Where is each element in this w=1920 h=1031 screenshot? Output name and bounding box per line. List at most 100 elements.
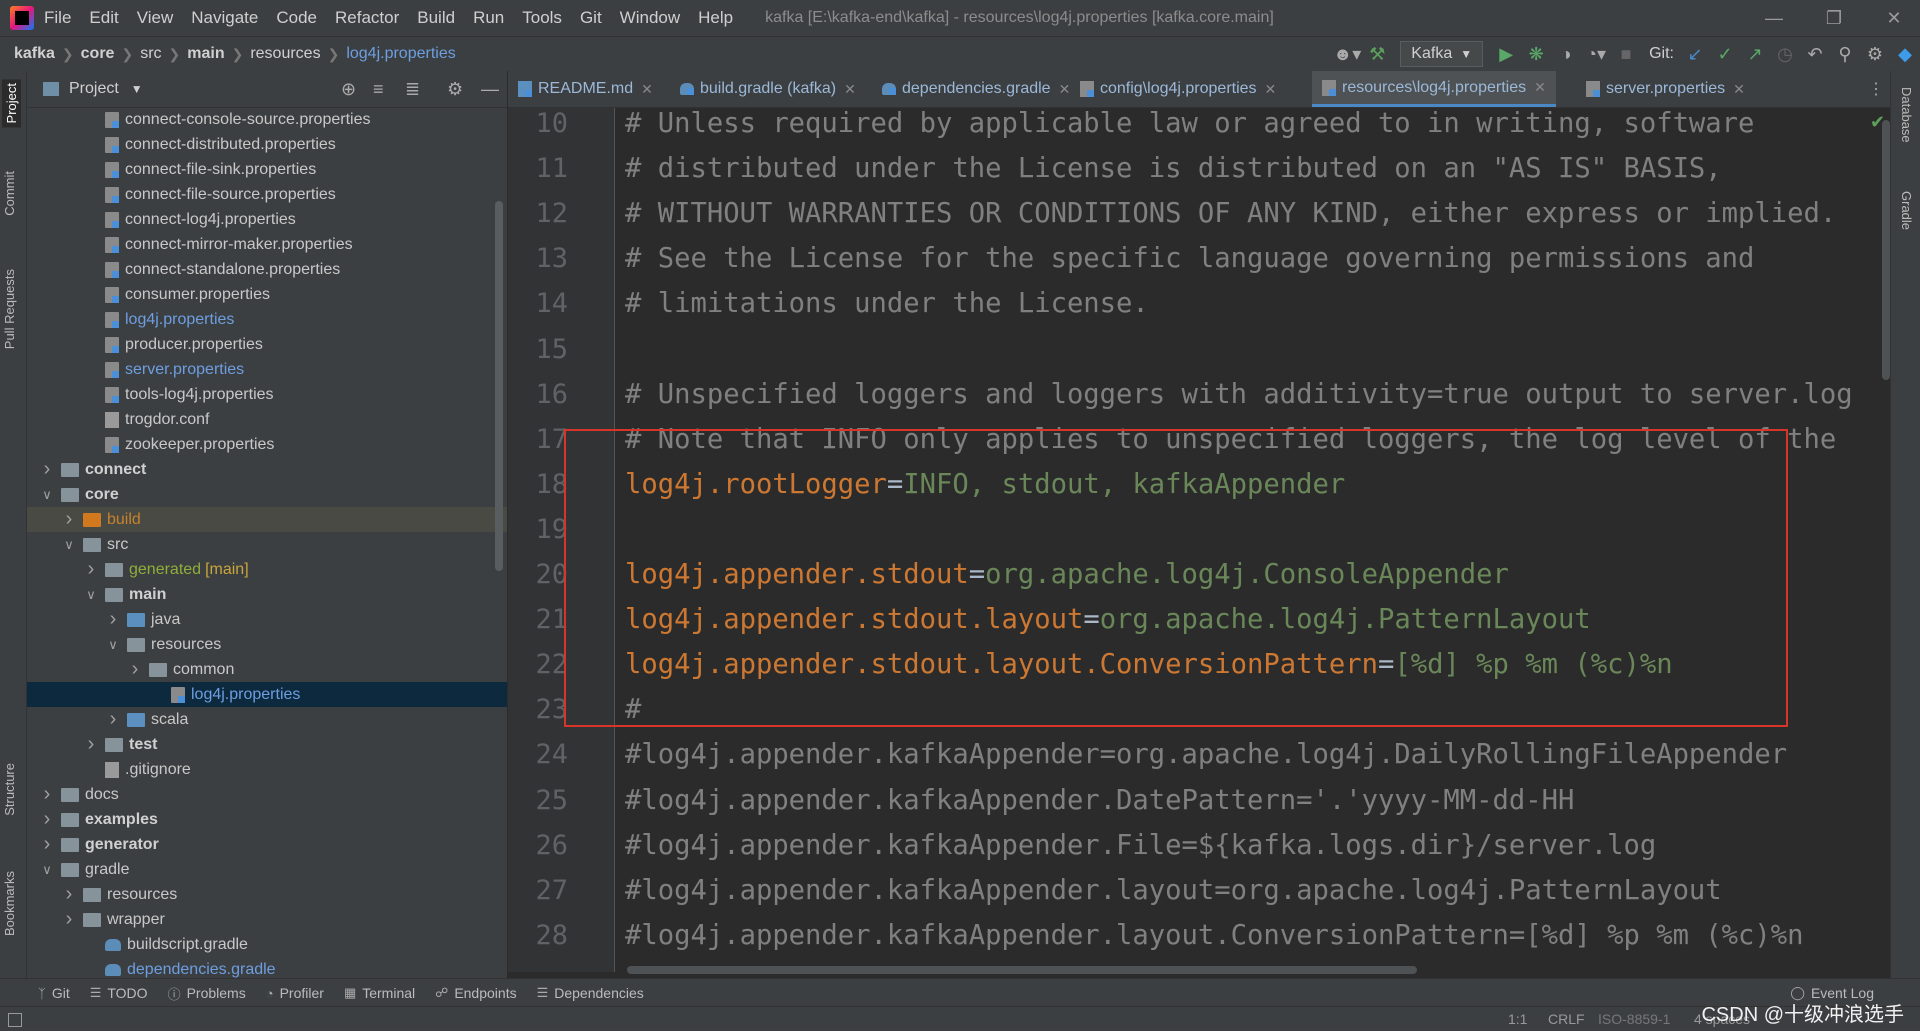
chevron-right-icon[interactable]: › — [61, 883, 77, 906]
tree-item[interactable]: › test — [27, 732, 507, 757]
close-tab-icon[interactable]: ✕ — [1265, 81, 1277, 98]
editor-horizontal-scrollbar[interactable] — [627, 966, 1417, 974]
structure-tool-tab[interactable]: Structure — [2, 763, 17, 816]
menu-tools[interactable]: Tools — [522, 8, 562, 28]
settings-gear-icon[interactable]: ⚙ — [447, 79, 463, 100]
git-push-icon[interactable]: ↗ — [1740, 39, 1770, 69]
editor-tab[interactable]: config\log4j.properties ✕ — [1070, 71, 1286, 107]
project-tool-tab[interactable]: Project — [2, 79, 21, 128]
collapse-all-icon[interactable]: ≣ — [405, 79, 420, 100]
tree-item[interactable]: connect-file-sink.properties — [27, 157, 507, 182]
menu-code[interactable]: Code — [276, 8, 317, 28]
run-icon[interactable]: ▶ — [1491, 39, 1521, 69]
tree-item[interactable]: trogdor.conf — [27, 407, 507, 432]
chevron-right-icon[interactable]: › — [39, 833, 55, 856]
debug-icon[interactable]: ❋ — [1521, 39, 1551, 69]
menu-run[interactable]: Run — [473, 8, 504, 28]
tree-item[interactable]: connect-distributed.properties — [27, 132, 507, 157]
project-tree-scrollbar[interactable] — [495, 201, 503, 571]
toggle-tool-windows-icon[interactable] — [8, 1013, 22, 1027]
tree-item[interactable]: ∨ resources — [27, 632, 507, 657]
tree-item[interactable]: log4j.properties — [27, 682, 507, 707]
chevron-right-icon[interactable]: › — [105, 708, 121, 731]
chevron-right-icon[interactable]: › — [39, 808, 55, 831]
breadcrumb-core[interactable]: core — [81, 45, 115, 63]
close-tab-icon[interactable]: ✕ — [1733, 81, 1745, 98]
project-title[interactable]: Project — [69, 80, 119, 98]
tree-item[interactable]: ∨ core — [27, 482, 507, 507]
tree-item[interactable]: connect-file-source.properties — [27, 182, 507, 207]
chevron-right-icon[interactable]: › — [39, 458, 55, 481]
tree-item[interactable]: log4j.properties — [27, 307, 507, 332]
close-tab-icon[interactable]: ✕ — [1059, 81, 1071, 98]
tree-item[interactable]: zookeeper.properties — [27, 432, 507, 457]
menu-build[interactable]: Build — [417, 8, 455, 28]
endpoints-tool-button[interactable]: ☍ Endpoints — [435, 985, 516, 1001]
tree-item[interactable]: consumer.properties — [27, 282, 507, 307]
user-icon[interactable]: ☻▾ — [1332, 39, 1362, 69]
tree-item[interactable]: connect-mirror-maker.properties — [27, 232, 507, 257]
search-icon[interactable]: ⚲ — [1830, 39, 1860, 69]
coverage-icon[interactable]: ◑ — [1551, 39, 1581, 69]
more-tabs-icon[interactable]: ⋮ — [1868, 71, 1884, 107]
tree-item[interactable]: › resources — [27, 882, 507, 907]
chevron-right-icon[interactable]: › — [39, 783, 55, 806]
breadcrumb-resources[interactable]: resources — [250, 45, 320, 63]
chevron-down-icon[interactable]: ∨ — [39, 487, 55, 503]
tree-item[interactable]: › wrapper — [27, 907, 507, 932]
breadcrumb-src[interactable]: src — [140, 45, 161, 63]
chevron-right-icon[interactable]: › — [61, 908, 77, 931]
locate-file-icon[interactable]: ⊕ — [341, 79, 356, 100]
tree-item[interactable]: buildscript.gradle — [27, 932, 507, 957]
close-window-button[interactable]: ✕ — [1866, 0, 1920, 36]
chevron-down-icon[interactable]: ∨ — [39, 862, 55, 878]
tree-item[interactable]: › generator — [27, 832, 507, 857]
menu-window[interactable]: Window — [620, 8, 680, 28]
jetbrains-toolbox-icon[interactable]: ◆ — [1890, 39, 1920, 69]
menu-view[interactable]: View — [137, 8, 174, 28]
git-commit-icon[interactable]: ✓ — [1710, 39, 1740, 69]
commit-tool-tab[interactable]: Commit — [2, 171, 17, 216]
tree-item[interactable]: server.properties — [27, 357, 507, 382]
close-tab-icon[interactable]: ✕ — [1534, 79, 1546, 96]
tree-item[interactable]: ∨ main — [27, 582, 507, 607]
menu-edit[interactable]: Edit — [89, 8, 118, 28]
profile-icon[interactable]: ◔▾ — [1581, 39, 1611, 69]
tree-item[interactable]: › java — [27, 607, 507, 632]
run-configuration-select[interactable]: Kafka ▼ — [1400, 41, 1484, 67]
problems-tool-button[interactable]: ⓘ Problems — [168, 984, 246, 1003]
close-tab-icon[interactable]: ✕ — [844, 81, 856, 98]
tree-item[interactable]: tools-log4j.properties — [27, 382, 507, 407]
expand-all-icon[interactable]: ≡ — [373, 79, 384, 100]
code-editor[interactable]: # Unless required by applicable law or a… — [615, 108, 1880, 972]
tree-item[interactable]: ∨ gradle — [27, 857, 507, 882]
pull-requests-tool-tab[interactable]: Pull Requests — [2, 269, 17, 349]
gradle-tool-tab[interactable]: Gradle — [1899, 191, 1914, 230]
tree-item[interactable]: › build — [27, 507, 507, 532]
git-tool-button[interactable]: ᛉ Git — [38, 985, 70, 1001]
tree-item[interactable]: › common — [27, 657, 507, 682]
breadcrumb-log4j-properties[interactable]: log4j.properties — [346, 45, 455, 63]
hide-panel-icon[interactable]: — — [481, 79, 499, 100]
line-separator[interactable]: CRLF — [1548, 1011, 1585, 1027]
chevron-right-icon[interactable]: › — [83, 733, 99, 756]
minimize-button[interactable]: — — [1746, 0, 1802, 36]
tree-item[interactable]: ∨ src — [27, 532, 507, 557]
editor-tab[interactable]: README.md ✕ — [508, 71, 663, 107]
chevron-down-icon[interactable]: ∨ — [83, 587, 99, 603]
chevron-right-icon[interactable]: › — [83, 558, 99, 581]
menu-navigate[interactable]: Navigate — [191, 8, 258, 28]
chevron-right-icon[interactable]: › — [127, 658, 143, 681]
database-tool-tab[interactable]: Database — [1899, 87, 1914, 143]
tree-item[interactable]: › scala — [27, 707, 507, 732]
tree-item[interactable]: producer.properties — [27, 332, 507, 357]
editor-tab[interactable]: dependencies.gradle ✕ — [872, 71, 1080, 107]
dependencies-tool-button[interactable]: ☰ Dependencies — [537, 985, 644, 1001]
git-history-icon[interactable]: ◷ — [1770, 39, 1800, 69]
tree-item[interactable]: › generated [main] — [27, 557, 507, 582]
editor-vertical-scrollbar[interactable] — [1882, 120, 1890, 380]
menu-file[interactable]: File — [44, 8, 71, 28]
cursor-position[interactable]: 1:1 — [1508, 1011, 1527, 1027]
chevron-right-icon[interactable]: › — [61, 508, 77, 531]
tree-item[interactable]: › connect — [27, 457, 507, 482]
